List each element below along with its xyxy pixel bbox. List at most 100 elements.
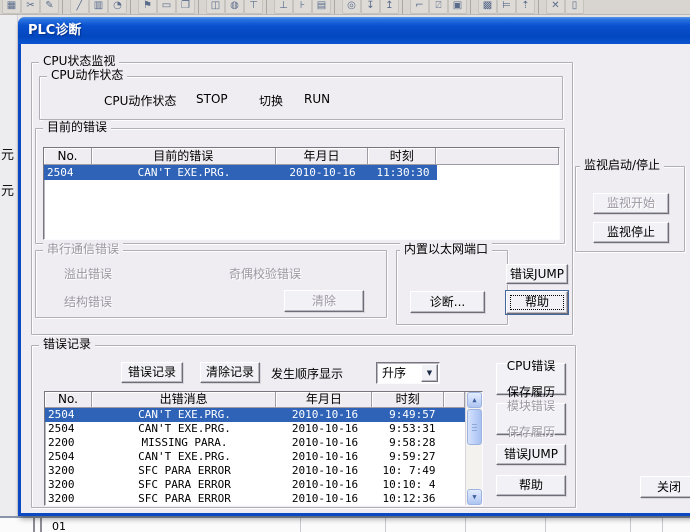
- serial-comm-error-group: 串行通信错误 溢出错误 奇偶校验错误 结构错误 清除: [35, 250, 387, 318]
- parity-error-label: 奇偶校验错误: [229, 265, 301, 282]
- monitor-start-button: 监视开始: [593, 193, 669, 214]
- doc-icon[interactable]: ▯: [565, 0, 584, 14]
- cell-time: 9:49:57: [373, 408, 445, 422]
- toolbar-separator: [538, 0, 544, 14]
- search-icon[interactable]: ◎: [342, 0, 361, 14]
- cell-date: 2010-10-16: [277, 408, 373, 422]
- help-button[interactable]: 帮助: [506, 291, 568, 314]
- cell-date: 2010-10-16: [276, 165, 369, 180]
- screen-icon[interactable]: ▣: [448, 0, 467, 14]
- monitor-stop-button[interactable]: 监视停止: [593, 222, 669, 243]
- group-title: 内置以太网端口: [400, 242, 492, 256]
- cell-time: 10: 7:49: [373, 464, 445, 478]
- scroll-down-icon[interactable]: ▼: [467, 489, 482, 505]
- toolbar-separator: [266, 0, 272, 14]
- vertical-scrollbar[interactable]: ▲ ▼: [465, 392, 482, 505]
- toolbar-separator: [470, 0, 476, 14]
- monitor-icon[interactable]: ▭: [157, 0, 176, 14]
- table-row[interactable]: 2504 CAN'T EXE.PRG. 2010-10-16 11:30:30: [44, 165, 437, 180]
- table-row[interactable]: 2504 CAN'T EXE.PRG. 2010-10-16 9:49:57: [45, 408, 465, 422]
- edit-icon[interactable]: ✎: [40, 0, 59, 14]
- tile-window-icon[interactable]: ◫: [206, 0, 225, 14]
- table-row[interactable]: 3200 SFC PARA ERROR 2010-10-16 10:10: 4: [45, 478, 465, 492]
- column-header-time[interactable]: 时刻: [372, 392, 444, 408]
- table-icon[interactable]: ▥: [89, 0, 108, 14]
- column-header-message[interactable]: 出错消息: [92, 392, 277, 408]
- table-row[interactable]: 2504 CAN'T EXE.PRG. 2010-10-16 9:53:31: [45, 422, 465, 436]
- row-below-icon[interactable]: ⊥: [274, 0, 293, 14]
- draw-icon[interactable]: ╱: [70, 0, 89, 14]
- cpu-error-save-history-button[interactable]: CPU错误 保存履历: [496, 363, 566, 395]
- cell-message: MISSING PARA.: [92, 436, 277, 450]
- toolbar-separator: [334, 0, 340, 14]
- chevron-down-icon[interactable]: ▼: [421, 364, 438, 382]
- column-header-message[interactable]: 目前的错误: [92, 148, 276, 165]
- column-header-no[interactable]: No.: [44, 148, 92, 165]
- column-header-time[interactable]: 时刻: [368, 148, 436, 165]
- cell-time: 9:58:28: [373, 436, 445, 450]
- scrollbar-thumb[interactable]: [467, 409, 482, 445]
- toolbar-separator: [198, 0, 204, 14]
- up-icon[interactable]: ⇡: [516, 0, 535, 14]
- cell-no: 3200: [45, 464, 92, 478]
- group-title: 监视启动/停止: [580, 158, 664, 172]
- error-log-table: No. 出错消息 年月日 时刻 2504 CAN'T EXE.PRG. 2010…: [44, 391, 483, 506]
- dialog-titlebar[interactable]: PLC诊断 ✕: [18, 17, 690, 44]
- grid-icon[interactable]: ▦: [2, 0, 21, 14]
- step-icon[interactable]: ↧: [361, 0, 380, 14]
- chart-icon[interactable]: ▩: [478, 0, 497, 14]
- background-label: 元: [1, 180, 14, 199]
- table-row[interactable]: 2504 CAN'T EXE.PRG. 2010-10-16 9:59:27: [45, 450, 465, 464]
- column-header-date[interactable]: 年月日: [276, 392, 372, 408]
- cell-message: CAN'T EXE.PRG.: [92, 422, 277, 436]
- jump-icon[interactable]: ↥: [380, 0, 399, 14]
- display-icon[interactable]: ▤: [312, 0, 331, 14]
- cut-icon[interactable]: ✂: [21, 0, 40, 14]
- zoom-icon[interactable]: ◔: [108, 0, 127, 14]
- cell-message: CAN'T EXE.PRG.: [92, 165, 276, 180]
- column-header-no[interactable]: No.: [45, 392, 92, 408]
- overflow-error-label: 溢出错误: [64, 265, 112, 282]
- connect-icon[interactable]: ⌐: [410, 0, 429, 14]
- table-row[interactable]: 2200 MISSING PARA. 2010-10-16 9:58:28: [45, 436, 465, 450]
- column-header-filler: [436, 148, 559, 165]
- delete-icon[interactable]: ✕: [546, 0, 565, 14]
- close-button[interactable]: 关闭: [640, 476, 690, 498]
- cell-date: 2010-10-16: [277, 478, 373, 492]
- sort-order-select[interactable]: 升序 ▼: [376, 362, 440, 384]
- group-title: CPU状态监视: [39, 54, 119, 68]
- globe-icon[interactable]: ◍: [225, 0, 244, 14]
- cell-time: 10:12:36: [373, 492, 445, 505]
- scroll-up-icon[interactable]: ▲: [467, 392, 482, 408]
- cell-message: SFC PARA ERROR: [92, 478, 277, 492]
- flag-icon[interactable]: ⚑: [138, 0, 157, 14]
- error-jump-button[interactable]: 错误JUMP: [496, 444, 566, 465]
- background-label: 元: [1, 144, 14, 163]
- cpu-run-value: RUN: [304, 92, 330, 106]
- row-above-icon[interactable]: ⊤: [244, 0, 263, 14]
- group-title: 错误记录: [39, 337, 95, 351]
- cpu-operation-status-group: CPU动作状态 CPU动作状态 STOP 切换 RUN: [39, 76, 563, 120]
- module-error-save-history-button: 模块错误 保存履历: [496, 403, 566, 435]
- button-label-line: 模块错误: [507, 399, 555, 413]
- error-log-button[interactable]: 错误记录: [121, 362, 183, 383]
- cell-no: 2504: [45, 408, 92, 422]
- order-display-label: 发生顺序显示: [271, 365, 343, 382]
- plc-diagnostics-dialog: PLC诊断 ✕ CPU状态监视 CPU动作状态 CPU动作状态 STOP 切换 …: [18, 17, 690, 516]
- column-header-date[interactable]: 年月日: [276, 148, 369, 165]
- ladder-icon[interactable]: ⊨: [497, 0, 516, 14]
- cell-date: 2010-10-16: [277, 450, 373, 464]
- window-icon[interactable]: ❐: [176, 0, 195, 14]
- table-row[interactable]: 3200 SFC PARA ERROR 2010-10-16 10: 7:49: [45, 464, 465, 478]
- insert-col-icon[interactable]: ⊦: [293, 0, 312, 14]
- cell-date: 2010-10-16: [277, 492, 373, 505]
- cell-no: 3200: [45, 492, 92, 505]
- ethernet-diagnose-button[interactable]: 诊断...: [410, 291, 485, 313]
- table-row[interactable]: 3200 SFC PARA ERROR 2010-10-16 10:12:36: [45, 492, 465, 505]
- background-window-left: 元 元: [0, 15, 18, 516]
- current-error-table: No. 目前的错误 年月日 时刻 2504 CAN'T EXE.PRG. 201…: [43, 147, 560, 240]
- write-icon[interactable]: ⍁: [429, 0, 448, 14]
- clear-log-button[interactable]: 清除记录: [200, 362, 260, 383]
- help-button[interactable]: 帮助: [496, 475, 566, 496]
- error-jump-button[interactable]: 错误JUMP: [506, 264, 568, 284]
